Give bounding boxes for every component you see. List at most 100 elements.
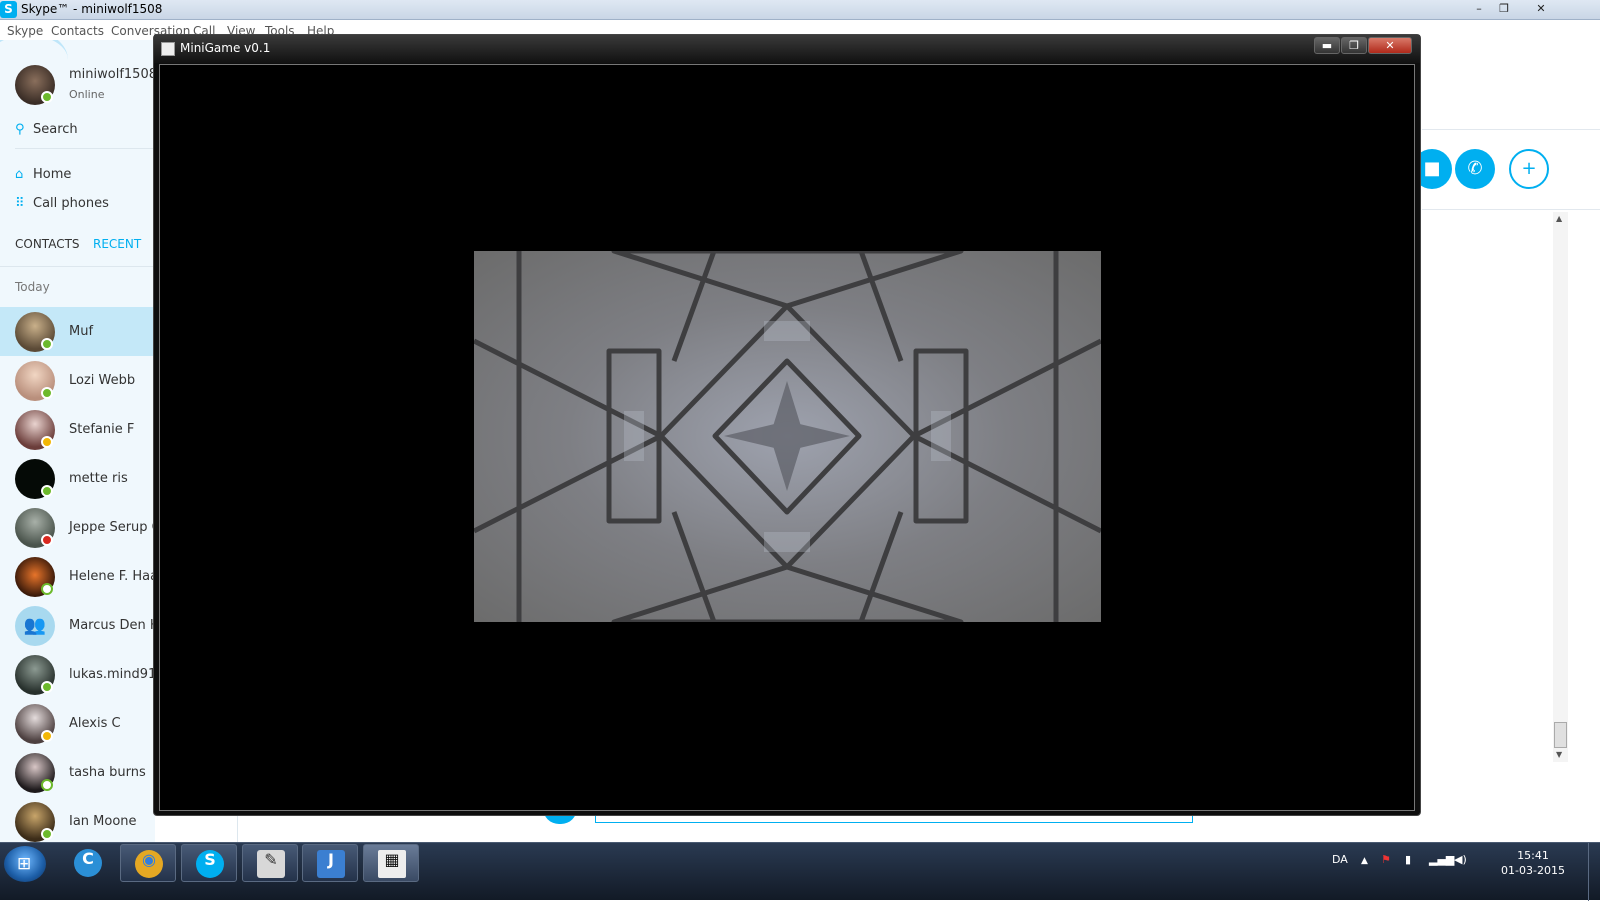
tab-recent[interactable]: RECENT	[93, 237, 141, 251]
menu-skype[interactable]: Skype	[7, 24, 43, 38]
message-input[interactable]	[595, 815, 1193, 823]
profile-name[interactable]: miniwolf1508	[69, 67, 155, 82]
contact-row-stefanie-f[interactable]: Stefanie F	[0, 405, 155, 454]
section-today: Today	[15, 280, 50, 294]
nav-home-label: Home	[33, 167, 72, 182]
divider	[0, 266, 155, 267]
contact-row-lukas-mind91[interactable]: lukas.mind91	[0, 650, 155, 699]
phone-icon[interactable]: ✆	[1455, 149, 1495, 189]
home-icon: ⌂	[15, 167, 24, 182]
intellij-icon: J	[317, 850, 345, 878]
menu-contacts[interactable]: Contacts	[51, 24, 104, 38]
divider	[237, 815, 238, 843]
clock-date: 01-03-2015	[1501, 864, 1565, 877]
windows-taskbar: ⊞ C ◉ S ✎ J ▦ DA ▲ ⚑ ▮ ▂▄▆ ◀) 15:41 01-0…	[0, 842, 1600, 901]
minimize-button[interactable]: –	[1466, 1, 1492, 17]
online-status-icon	[41, 338, 53, 350]
taskbar-intellij[interactable]: J	[302, 844, 358, 882]
offline-status-icon	[41, 583, 53, 595]
contact-row-jeppe-serup[interactable]: Jeppe Serup C	[0, 503, 155, 552]
contact-name: tasha burns	[69, 765, 146, 780]
scroll-down-icon[interactable]: ▼	[1556, 750, 1562, 759]
game-canvas[interactable]	[159, 64, 1415, 811]
online-status-icon	[41, 387, 53, 399]
start-button[interactable]: ⊞	[4, 846, 46, 882]
show-desktop-button[interactable]	[1588, 843, 1600, 901]
taskbar-ccleaner[interactable]: C	[60, 844, 116, 882]
chrome-icon: ◉	[135, 850, 163, 878]
taskbar-minigame[interactable]: ▦	[363, 844, 419, 882]
taskbar-skype[interactable]: S	[181, 844, 237, 882]
offline-status-icon	[41, 779, 53, 791]
conversation-header-area: ■ ✆ +	[1412, 40, 1600, 860]
online-status-icon	[41, 681, 53, 693]
minigame-window: MiniGame v0.1 ▬ ❐ ✕	[153, 34, 1421, 816]
nav-home[interactable]: ⌂ Home	[15, 167, 71, 182]
power-icon[interactable]: ▮	[1405, 853, 1411, 866]
volume-icon[interactable]: ◀)	[1454, 853, 1467, 866]
add-contact-icon[interactable]: +	[1509, 149, 1549, 189]
search-button[interactable]: ⚲ Search	[15, 122, 78, 137]
contact-name: Ian Moone	[69, 814, 137, 829]
dialpad-icon: ⠿	[15, 196, 25, 211]
group-icon: 👥	[15, 606, 55, 646]
nav-call-phones-label: Call phones	[33, 196, 109, 211]
contact-name: Alexis C	[69, 716, 121, 731]
search-label: Search	[33, 122, 78, 137]
network-icon[interactable]: ▂▄▆	[1429, 853, 1454, 866]
contact-row-lozi-webb[interactable]: Lozi Webb	[0, 356, 155, 405]
minigame-close-button[interactable]: ✕	[1368, 37, 1412, 54]
taskbar-chrome[interactable]: ◉	[120, 844, 176, 882]
contact-row-mette-ris[interactable]: mette ris	[0, 454, 155, 503]
online-status-icon	[41, 485, 53, 497]
minigame-title-bar: MiniGame v0.1 ▬ ❐ ✕	[154, 35, 1420, 63]
skype-window-title: Skype™ - miniwolf1508	[21, 2, 163, 16]
close-button[interactable]: ✕	[1523, 1, 1559, 17]
scrollbar-thumb[interactable]	[1554, 722, 1567, 748]
taskbar-clock[interactable]: 15:41 01-03-2015	[1488, 848, 1578, 878]
contact-name: Jeppe Serup C	[69, 520, 155, 535]
skype-title-bar: S Skype™ - miniwolf1508 – ❐ ✕	[0, 0, 1600, 20]
windows-logo-icon: ⊞	[17, 854, 32, 874]
contact-name: Lozi Webb	[69, 373, 136, 388]
contact-row-ian-moone[interactable]: Ian Moone	[0, 797, 155, 846]
do-not-disturb-status-icon	[41, 534, 53, 546]
action-center-flag-icon[interactable]: ⚑	[1381, 853, 1391, 866]
nav-call-phones[interactable]: ⠿ Call phones	[15, 196, 109, 211]
skype-sidebar: miniwolf1508 Online ⚲ Search ⌂ Home ⠿ Call …	[0, 40, 155, 860]
tray-expand-icon[interactable]: ▲	[1361, 856, 1368, 866]
minigame-window-title: MiniGame v0.1	[180, 41, 271, 55]
contact-row-helene-f[interactable]: Helene F. Haa	[0, 552, 155, 601]
minigame-icon: ▦	[378, 850, 406, 878]
ccleaner-icon: C	[74, 849, 102, 877]
contact-name: mette ris	[69, 471, 128, 486]
skype-logo-icon: S	[0, 1, 17, 18]
contact-row-tasha-burns[interactable]: tasha burns	[0, 748, 155, 797]
profile-status[interactable]: Online	[69, 88, 104, 101]
minigame-app-icon	[161, 42, 175, 56]
away-status-icon	[41, 436, 53, 448]
contact-name: lukas.mind91	[69, 667, 155, 682]
online-status-icon	[41, 828, 53, 840]
taskbar-notepad[interactable]: ✎	[242, 844, 298, 882]
contact-row-marcus-den-h[interactable]: 👥 Marcus Den H	[0, 601, 155, 650]
contact-row-muf[interactable]: Muf	[0, 307, 155, 356]
conversation-scrollbar[interactable]: ▲ ▼	[1553, 212, 1568, 762]
scroll-up-icon[interactable]: ▲	[1556, 214, 1562, 223]
profile-online-status-icon	[41, 91, 53, 103]
contact-row-alexis-c[interactable]: Alexis C	[0, 699, 155, 748]
notepad-icon: ✎	[257, 850, 285, 878]
stone-tile-image	[474, 251, 1101, 622]
language-indicator[interactable]: DA	[1332, 853, 1348, 866]
away-status-icon	[41, 730, 53, 742]
tab-contacts[interactable]: CONTACTS	[15, 237, 80, 251]
skype-icon: S	[196, 850, 224, 878]
minigame-maximize-button[interactable]: ❐	[1341, 37, 1367, 54]
minigame-minimize-button[interactable]: ▬	[1314, 37, 1340, 54]
search-icon: ⚲	[15, 122, 25, 137]
maximize-button[interactable]: ❐	[1491, 1, 1517, 17]
divider	[1422, 209, 1600, 210]
contact-name: Marcus Den H	[69, 618, 155, 633]
divider	[1422, 129, 1600, 130]
divider	[15, 148, 155, 149]
